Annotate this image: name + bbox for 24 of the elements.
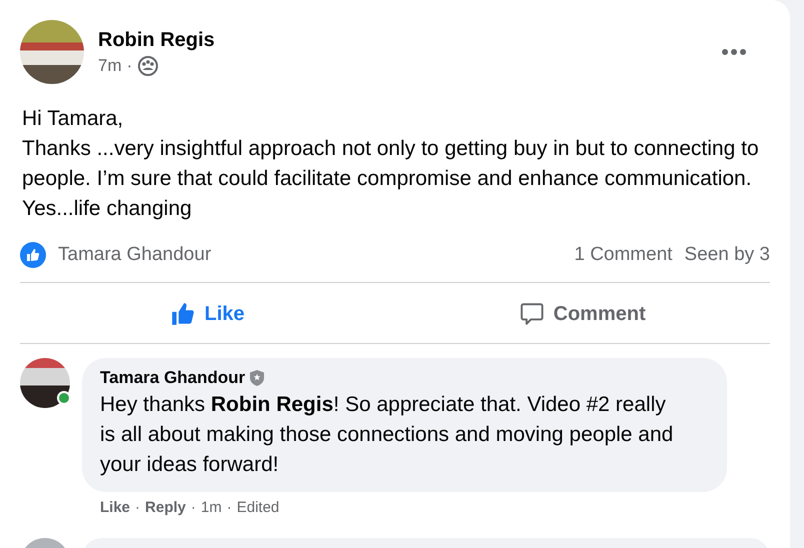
comment-text: Hey thanks Robin Regis! So appreciate that. Video #2 really is all about making those connections and moving people and your ideas forward! [100, 392, 674, 478]
post-text: Hi Tamara, Thanks ...very insightful approach not only to getting buy in but to connecting to people. I’m sure that could facilitate compromise and enhance communication. Yes...life changing [22, 106, 760, 222]
comment-button[interactable]: Comment [395, 283, 770, 343]
comment-action-link[interactable]: Like [100, 499, 130, 516]
thumbs-up-icon [170, 301, 196, 327]
seen-by-count[interactable]: Seen by 3 [684, 244, 770, 266]
speech-bubble-icon [519, 301, 546, 327]
like-reaction-icon[interactable] [20, 242, 46, 268]
separator-dot: · [135, 499, 140, 516]
separator-dot: · [126, 56, 132, 76]
separator-dot: · [190, 499, 196, 516]
author-name[interactable]: Robin Regis [98, 28, 702, 52]
post-time[interactable]: 7m [98, 56, 122, 76]
comment-action-link[interactable]: Reply [145, 499, 186, 516]
reactor-names[interactable]: Tamara Ghandour [58, 244, 212, 266]
shield-badge-icon [250, 370, 264, 386]
like-button[interactable]: Like [20, 283, 395, 343]
avatar-photo[interactable] [20, 358, 70, 408]
comment-count[interactable]: 1 Comment [574, 244, 672, 266]
group-icon [137, 56, 160, 76]
comment-time[interactable]: 1m [200, 499, 222, 516]
edited-label[interactable]: Edited [236, 499, 280, 516]
commenter-name[interactable]: Tamara Ghandour [100, 368, 246, 388]
separator-dot: · [226, 499, 232, 516]
